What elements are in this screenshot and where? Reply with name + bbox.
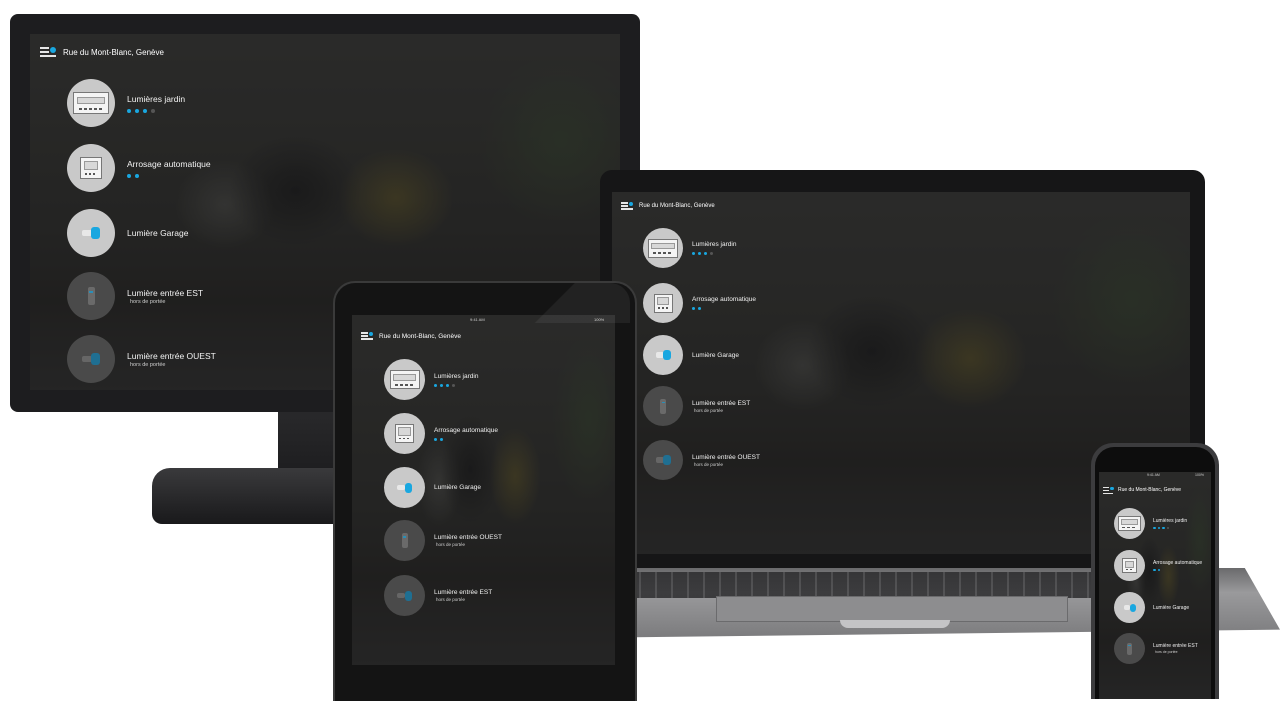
controller-box-icon [653,293,673,313]
stick-sensor-icon [660,398,666,414]
connection-dots [127,173,211,178]
plug-icon [82,227,100,239]
device-item-lumieres-jardin[interactable]: Lumières jardin [1114,508,1187,539]
connection-dots [434,437,498,441]
location-title: Rue du Mont-Blanc, Genève [1118,487,1182,493]
device-item-lumieres-jardin[interactable]: Lumières jardin [643,228,736,268]
stick-sensor-icon [1127,642,1132,655]
device-item-garage[interactable]: Lumière Garage [67,209,188,257]
device-item-lumieres-jardin[interactable]: Lumières jardin [67,79,185,127]
device-item-entree-est[interactable]: Lumière entrée EST hors de portée [67,272,203,320]
menu-icon[interactable] [1103,486,1114,494]
connection-dots [692,307,756,310]
connection-dots [1153,568,1202,572]
location-title: Rue du Mont-Blanc, Genève [379,332,462,340]
laptop-trackpad [716,596,1068,622]
device-item-lumieres-jardin[interactable]: Lumières jardin [384,359,478,400]
device-item-entree-est[interactable]: Lumière entrée EST hors de portée [384,575,492,616]
device-item-arrosage[interactable]: Arrosage automatique [643,283,756,323]
stick-sensor-icon [87,287,95,305]
connection-dots [434,383,478,387]
device-item-garage[interactable]: Lumière Garage [384,467,481,508]
location-title: Rue du Mont-Blanc, Genève [639,203,715,209]
panel-device-icon [389,370,420,389]
menu-icon[interactable] [621,202,633,210]
device-item-arrosage[interactable]: Arrosage automatique [67,144,211,192]
plug-icon [82,353,100,365]
connection-dots [127,108,185,113]
device-item-entree-est[interactable]: Lumière entrée EST hors de portée [643,386,750,426]
connection-dots [692,252,736,255]
controller-box-icon [80,157,102,179]
menu-icon[interactable] [361,332,373,340]
panel-device-icon [648,238,678,258]
plug-icon [655,455,671,465]
laptop-keyboard [625,572,1095,598]
controller-box-icon [1122,558,1137,573]
device-item-garage[interactable]: Lumière Garage [1114,592,1189,623]
plug-icon [397,482,412,493]
device-item-garage[interactable]: Lumière Garage [643,335,739,375]
device-item-arrosage[interactable]: Arrosage automatique [384,413,498,454]
device-item-entree-est[interactable]: Lumière entrée EST hors de portée [1114,633,1198,664]
device-item-entree-ouest[interactable]: Lumière entrée OUEST hors de portée [643,440,760,480]
menu-icon[interactable] [40,47,56,57]
device-item-entree-ouest[interactable]: Lumière entrée OUEST hors de portée [384,520,502,561]
tablet-screen: 9:41 AM 100% Rue du Mont-Blanc, Genève L… [352,315,615,665]
plug-icon [655,350,671,360]
controller-box-icon [395,424,414,443]
laptop-hinge-notch [840,620,950,628]
panel-device-icon [1118,516,1141,531]
device-item-entree-ouest[interactable]: Lumière entrée OUEST hors de portée [67,335,216,383]
location-title: Rue du Mont-Blanc, Genève [63,47,164,57]
plug-icon [1123,603,1136,612]
panel-device-icon [73,92,109,114]
device-item-arrosage[interactable]: Arrosage automatique [1114,550,1202,581]
connection-dots [1153,526,1187,530]
tablet-glare [510,283,630,323]
phone-screen: 9:41 AM 100% Rue du Mont-Blanc, Genève L… [1099,472,1211,699]
plug-icon [397,590,412,601]
stick-sensor-icon [401,533,408,548]
